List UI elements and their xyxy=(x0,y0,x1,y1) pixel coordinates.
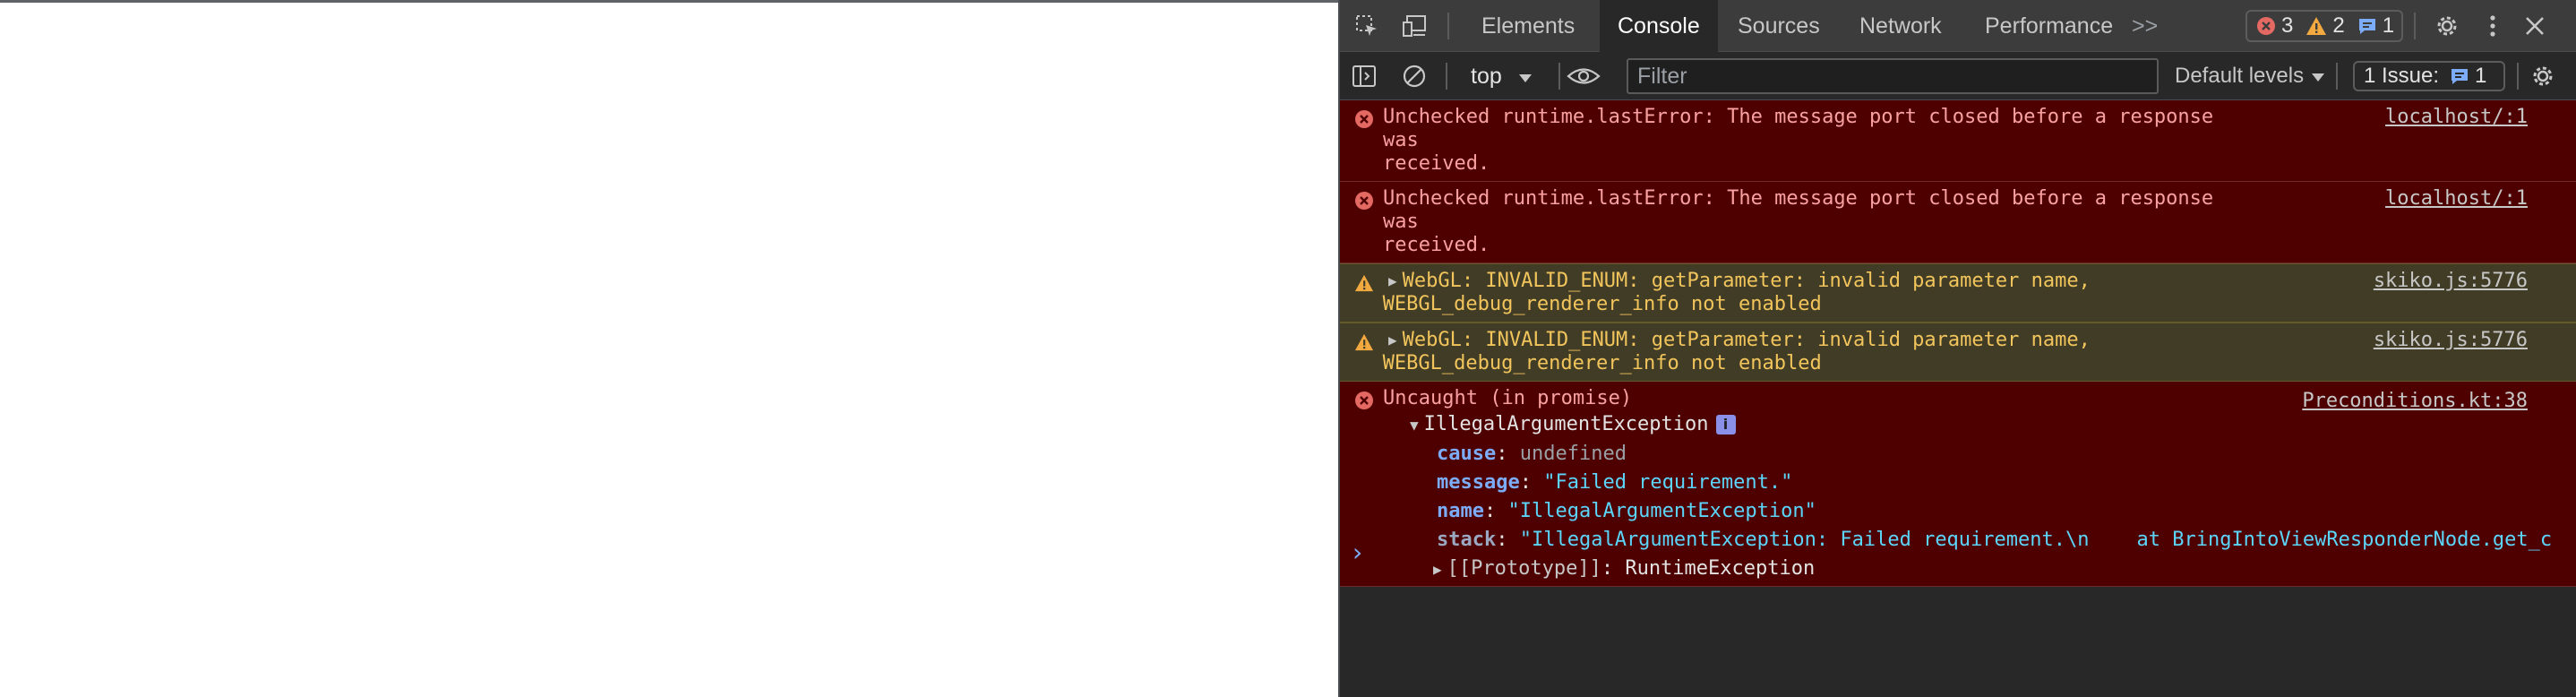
source-link[interactable]: skiko.js:5776 xyxy=(2374,329,2528,352)
levels-label: Default levels xyxy=(2175,64,2305,88)
page-viewport xyxy=(0,3,1338,697)
tab-elements[interactable]: Elements xyxy=(1464,0,1593,52)
context-selector[interactable]: top xyxy=(1471,63,1533,90)
console-settings-gear-icon[interactable] xyxy=(2529,63,2556,94)
property-stack[interactable]: stack: "IllegalArgumentException: Failed… xyxy=(1383,526,2565,555)
property-value: RuntimeException xyxy=(1625,557,1816,580)
message-text: Unchecked runtime.lastError: The message… xyxy=(1383,187,2214,256)
clear-console-icon[interactable] xyxy=(1401,63,1428,94)
message-icon xyxy=(2450,66,2469,86)
tab-sources[interactable]: Sources xyxy=(1720,0,1838,52)
console-error-message[interactable]: Unchecked runtime.lastError: The message… xyxy=(1340,100,2576,182)
console-error-message[interactable]: Unchecked runtime.lastError: The message… xyxy=(1340,182,2576,263)
property-key: name xyxy=(1437,500,1484,522)
source-link[interactable]: localhost/:1 xyxy=(2385,106,2528,129)
property-prototype[interactable]: ▶ [[Prototype]]: RuntimeException xyxy=(1383,555,2576,584)
inspect-element-icon[interactable] xyxy=(1351,0,1383,52)
message-text: Unchecked runtime.lastError: The message… xyxy=(1383,106,2214,175)
exception-object-name: IllegalArgumentException xyxy=(1423,413,1709,435)
error-icon xyxy=(2256,16,2276,36)
more-tabs-button[interactable]: >> xyxy=(2119,0,2170,52)
issues-button[interactable]: 1 Issue: 1 xyxy=(2353,61,2505,91)
devtools-panel: Elements Console Sources Network Perform… xyxy=(1338,0,2576,697)
message-text: ▶ WebGL: INVALID_ENUM: getParameter: inva… xyxy=(1383,329,2252,375)
message-text-content: WebGL: INVALID_ENUM: getParameter: inval… xyxy=(1382,270,2091,315)
chevron-double-right-icon: >> xyxy=(2132,13,2159,39)
error-counter: 3 xyxy=(2256,13,2293,39)
warning-icon xyxy=(1354,333,1374,351)
console-exception-message[interactable]: Uncaught (in promise) Preconditions.kt:3… xyxy=(1340,382,2576,587)
property-key: message xyxy=(1437,471,1520,494)
property-value: "IllegalArgumentException" xyxy=(1507,500,1816,522)
chevron-down-icon xyxy=(2311,64,2325,89)
message-text: ▶ WebGL: INVALID_ENUM: getParameter: inva… xyxy=(1383,270,2252,316)
tab-performance[interactable]: Performance xyxy=(1967,0,2131,52)
tab-console[interactable]: Console xyxy=(1600,0,1718,52)
live-expression-eye-icon[interactable] xyxy=(1566,63,1601,94)
collapse-triangle-icon[interactable]: ▼ xyxy=(1410,411,1419,440)
issues-label: 1 Issue: xyxy=(2364,64,2440,88)
property-name: name: "IllegalArgumentException" xyxy=(1437,500,1816,522)
device-toolbar-icon[interactable] xyxy=(1399,0,1431,52)
warning-counter: 2 xyxy=(2306,13,2345,39)
property-key: cause xyxy=(1437,443,1497,465)
warning-count: 2 xyxy=(2332,13,2345,38)
tab-label: Performance xyxy=(1985,13,2114,39)
error-icon xyxy=(1355,392,1373,409)
issues-count: 1 xyxy=(2475,64,2487,88)
source-link[interactable]: skiko.js:5776 xyxy=(2374,270,2528,293)
sidebar-toggle-icon[interactable] xyxy=(1351,63,1378,94)
console-prompt-icon[interactable]: › xyxy=(1352,538,1362,567)
message-text-content: WebGL: INVALID_ENUM: getParameter: inval… xyxy=(1382,329,2091,374)
message-counters[interactable]: 3 2 1 xyxy=(2245,10,2403,42)
error-icon xyxy=(1355,110,1373,128)
console-messages: Unchecked runtime.lastError: The message… xyxy=(1340,100,2576,587)
property-message: message: "Failed requirement." xyxy=(1437,471,1793,494)
property-value: "IllegalArgumentException: Failed requir… xyxy=(1519,529,2553,551)
tab-label: Console xyxy=(1618,13,1700,39)
warning-icon xyxy=(1354,274,1374,292)
console-warning-message[interactable]: ▶ WebGL: INVALID_ENUM: getParameter: inva… xyxy=(1340,323,2576,382)
more-options-icon[interactable] xyxy=(2479,0,2506,52)
property-cause: cause: undefined xyxy=(1437,443,1627,465)
property-value: "Failed requirement." xyxy=(1543,471,1793,494)
source-link[interactable]: Preconditions.kt:38 xyxy=(2302,387,2528,416)
property-key: stack xyxy=(1437,529,1497,551)
settings-gear-icon[interactable] xyxy=(2431,0,2463,52)
tab-label: Sources xyxy=(1738,13,1820,39)
message-icon xyxy=(2357,16,2377,36)
context-label: top xyxy=(1471,63,1502,89)
source-link[interactable]: localhost/:1 xyxy=(2385,187,2528,211)
error-icon xyxy=(1355,192,1373,210)
property-value: undefined xyxy=(1519,443,1627,465)
info-icon[interactable]: i xyxy=(1715,415,1736,435)
tab-label: Network xyxy=(1859,13,1942,39)
filter-input[interactable] xyxy=(1627,58,2159,94)
devtools-tab-bar: Elements Console Sources Network Perform… xyxy=(1340,0,2576,52)
property-key: [[Prototype]] xyxy=(1447,557,1601,580)
chevron-down-icon xyxy=(1518,64,1533,90)
error-count: 3 xyxy=(2281,13,2294,38)
info-counter: 1 xyxy=(2357,13,2394,39)
tab-network[interactable]: Network xyxy=(1842,0,1960,52)
console-toolbar: top Default levels 1 Issue: 1 xyxy=(1340,52,2576,100)
console-warning-message[interactable]: ▶ WebGL: INVALID_ENUM: getParameter: inva… xyxy=(1340,263,2576,323)
expand-triangle-icon[interactable]: ▶ xyxy=(1433,555,1442,584)
info-count: 1 xyxy=(2382,13,2395,38)
tab-label: Elements xyxy=(1481,13,1576,39)
log-levels-dropdown[interactable]: Default levels xyxy=(2175,63,2325,90)
close-icon[interactable] xyxy=(2520,0,2549,52)
warning-icon xyxy=(2306,16,2327,36)
